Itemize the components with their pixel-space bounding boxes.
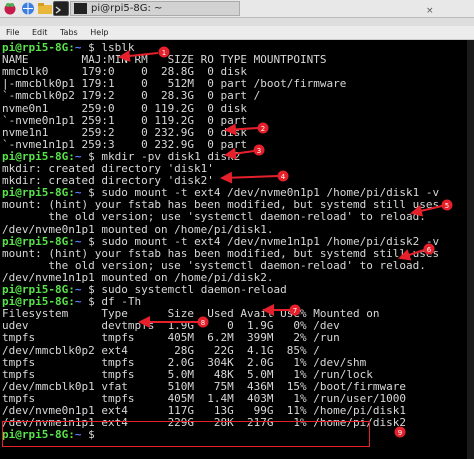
annotation-6: 6 (398, 243, 435, 261)
annotation-label: 3 (257, 147, 261, 155)
annotation-label: 9 (398, 429, 402, 437)
annotation-2: 2 (224, 122, 269, 136)
annotation-arrow (410, 204, 443, 217)
annotation-overlay: 1 2 3 4 5 6 7 8 9 (118, 46, 453, 438)
annotation-label: 2 (261, 125, 265, 133)
annotation-label: 1 (162, 49, 166, 57)
annotation-arrow (118, 49, 159, 62)
annotation-4: 4 (220, 170, 289, 184)
annotation-arrow (224, 147, 255, 160)
annotation-label: 6 (427, 246, 432, 254)
highlight-box-nvme-mounts (2, 421, 370, 447)
annotation-label: 7 (293, 307, 297, 315)
annotation-arrow (398, 249, 425, 261)
annotation-label: 4 (281, 173, 286, 181)
annotation-8: 8 (138, 316, 209, 328)
annotation-7: 7 (262, 304, 301, 316)
annotation-1: 1 (118, 46, 170, 62)
annotation-9: 9 (394, 426, 406, 438)
annotation-arrow (224, 123, 259, 136)
annotation-arrow (220, 171, 279, 184)
annotation-5: 5 (410, 199, 453, 217)
annotation-label: 5 (445, 202, 449, 210)
annotation-3: 3 (224, 144, 265, 160)
annotation-label: 8 (201, 319, 205, 327)
